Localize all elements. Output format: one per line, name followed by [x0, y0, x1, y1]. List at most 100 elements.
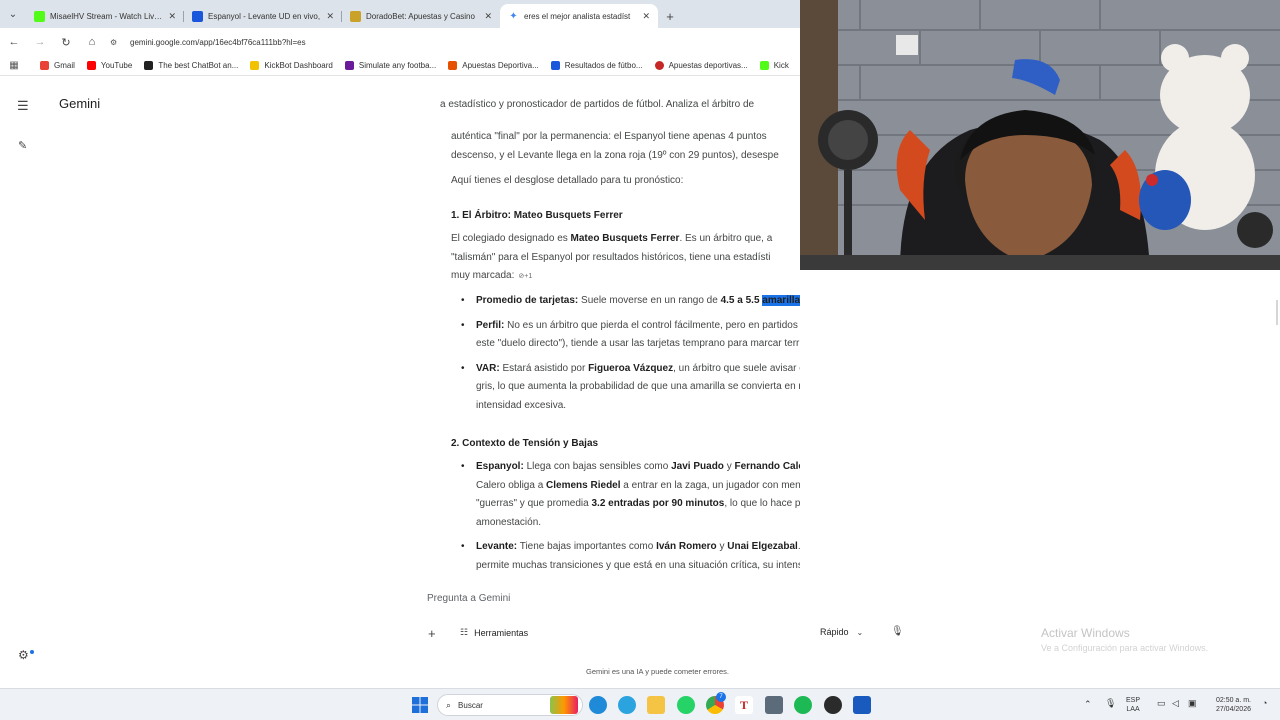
- search-highlight-icon[interactable]: [550, 696, 578, 714]
- text-run: Unai Elgezabal: [727, 541, 798, 552]
- youtube-icon: [86, 61, 96, 70]
- microphone-icon[interactable]: 🎙: [891, 626, 904, 637]
- address-bar[interactable]: ⚙ gemini.google.com/app/16ec4bf76ca111bb…: [110, 31, 800, 53]
- text-run: El colegiado designado es: [451, 233, 571, 244]
- search-icon: ⌕: [446, 699, 452, 710]
- bookmark-chatbot[interactable]: The best ChatBot an...: [144, 61, 238, 70]
- calculator-icon[interactable]: [765, 696, 783, 714]
- bookmark-label: KickBot Dashboard: [264, 61, 333, 70]
- file-explorer-icon[interactable]: [647, 696, 665, 714]
- bookmark-label: The best ChatBot an...: [158, 61, 239, 70]
- user-prompt-text: a estadístico y pronosticador de partido…: [440, 99, 755, 110]
- webcam-feed-image: [800, 0, 1280, 270]
- context-bullet-list: Espanyol: Llega con bajas sensibles como…: [461, 458, 800, 572]
- webcam-overlay: [800, 0, 1280, 270]
- tab-espanyol-levante[interactable]: Espanyol - Levante UD en vivo, ✕: [184, 4, 342, 28]
- apps-grid-icon[interactable]: ▦: [0, 60, 28, 71]
- tools-sliders-icon: ☷: [460, 627, 469, 637]
- settings-gear-icon[interactable]: ⚙: [18, 648, 29, 662]
- text-run: muy marcada:: [451, 270, 515, 281]
- bullet-label: Promedio de tarjetas:: [476, 295, 579, 306]
- text-editor-icon[interactable]: T: [735, 696, 753, 714]
- scrollbar-thumb[interactable]: [1276, 300, 1278, 325]
- bookmark-kickbot[interactable]: KickBot Dashboard: [250, 61, 333, 70]
- text-run: Llega con bajas sensibles como: [523, 461, 672, 472]
- text-run: No es un árbitro que pierda el control f…: [476, 319, 800, 350]
- chrome-notification-badge: 7: [716, 692, 726, 702]
- battery-icon[interactable]: ▣: [1188, 699, 1197, 708]
- close-tab-icon[interactable]: ✕: [484, 11, 492, 22]
- bookmark-simulate[interactable]: Simulate any footba...: [344, 61, 437, 70]
- tab-gemini-active[interactable]: ✦ eres el mejor analista estadíst ✕: [500, 4, 658, 28]
- close-tab-icon[interactable]: ✕: [642, 11, 650, 22]
- text-run: y: [716, 541, 728, 552]
- tools-button[interactable]: ☷ Herramientas: [460, 627, 528, 638]
- chatbot-icon: [144, 61, 154, 70]
- text-run: 3.2 entradas por 90 minutos: [591, 498, 725, 509]
- citation-chip[interactable]: ⊘+1: [518, 273, 532, 280]
- doradobet-favicon-icon: [350, 10, 361, 22]
- text-run: Suele moverse en un rango de: [578, 295, 721, 306]
- list-item: VAR: Estará asistido por Figueroa Vázque…: [461, 360, 800, 416]
- hamburger-menu-icon[interactable]: ☰: [17, 98, 29, 114]
- activate-windows-watermark: Activar Windows: [1041, 626, 1130, 640]
- mode-label: Rápido: [820, 627, 849, 637]
- volume-icon[interactable]: ◁: [1172, 699, 1179, 708]
- bullet-label: VAR:: [476, 362, 500, 374]
- edge-browser-icon[interactable]: [589, 696, 607, 714]
- model-mode-selector[interactable]: Rápido ⌄: [820, 627, 863, 637]
- text-run: 4.5 a 5.5: [720, 295, 760, 306]
- bookmark-youtube[interactable]: YouTube: [86, 61, 132, 70]
- language-indicator[interactable]: ESP LAA: [1126, 696, 1140, 714]
- telegram-icon[interactable]: [618, 696, 636, 714]
- list-item: Levante: Tiene bajas importantes como Iv…: [461, 538, 800, 572]
- whatsapp-icon[interactable]: [677, 696, 695, 714]
- reload-icon[interactable]: ↻: [54, 30, 78, 54]
- forward-arrow-icon[interactable]: →: [28, 30, 52, 54]
- close-tab-icon[interactable]: ✕: [326, 11, 334, 22]
- bookmark-apuestas-deportiva[interactable]: Apuestas Deportiva...: [448, 61, 539, 70]
- microphone-tray-icon[interactable]: 🎙: [1105, 699, 1116, 708]
- obs-icon[interactable]: [824, 696, 842, 714]
- bookmark-label: Simulate any footba...: [358, 61, 437, 70]
- network-icon[interactable]: ▭: [1157, 699, 1166, 708]
- text-run: Estará asistido por: [499, 362, 589, 374]
- bookmark-label: Apuestas deportivas...: [668, 61, 748, 70]
- notifications-bell-icon[interactable]: ◔: [1262, 699, 1267, 708]
- home-icon[interactable]: ⌂: [80, 30, 104, 54]
- tray-expand-chevron-icon[interactable]: ⌃: [1084, 700, 1092, 709]
- intro-line-2: descenso, y el Levante llega en la zona …: [451, 149, 779, 161]
- tab-search-chevron-icon[interactable]: ⌄: [0, 0, 26, 28]
- language-code: ESP: [1126, 697, 1141, 704]
- bookmark-resultados[interactable]: Resultados de fútbo...: [550, 61, 643, 70]
- bookmark-kick[interactable]: Kick: [759, 61, 789, 70]
- tab-title: DoradoBet: Apuestas y Casino: [366, 11, 475, 21]
- spotify-icon[interactable]: [794, 696, 812, 714]
- prompt-box[interactable]: Pregunta a Gemini + ☷ Herramientas Rápid…: [420, 582, 910, 656]
- prompt-input[interactable]: Pregunta a Gemini: [427, 593, 510, 604]
- response-paragraph-referee: El colegiado designado es Mateo Busquets…: [451, 230, 800, 287]
- new-tab-plus-icon[interactable]: +: [658, 4, 682, 28]
- bookmark-label: Apuestas Deportiva...: [462, 61, 539, 70]
- add-attachment-plus-icon[interactable]: +: [428, 626, 436, 641]
- list-item: Espanyol: Llega con bajas sensibles como…: [461, 458, 800, 532]
- clock[interactable]: 02:50 a. m. 27/04/2026: [1207, 696, 1251, 714]
- tab-misaelhv-stream[interactable]: MisaelHV Stream - Watch Live o ✕: [26, 4, 184, 28]
- site-info-icon[interactable]: ⚙: [110, 38, 124, 47]
- text-run: Tiene bajas importantes como: [517, 541, 657, 552]
- results-icon: [550, 61, 560, 70]
- windows-taskbar: ⌕ Buscar 7 T ⌃ 🎙 ESP LAA ▭ ◁ ▣ 02:50 a. …: [0, 688, 1280, 720]
- back-arrow-icon[interactable]: ←: [2, 30, 26, 54]
- windows-start-icon[interactable]: [411, 696, 429, 714]
- selected-text: amarillas por par: [762, 295, 800, 306]
- tab-doradobet[interactable]: DoradoBet: Apuestas y Casino ✕: [342, 4, 500, 28]
- bookmark-apuestas-deportivas[interactable]: Apuestas deportivas...: [654, 61, 748, 70]
- tools-label: Herramientas: [474, 627, 529, 638]
- new-chat-edit-icon[interactable]: ✎: [18, 139, 27, 152]
- gemini-side-rail: ☰ Gemini ✎ ⚙: [0, 76, 440, 688]
- word-icon[interactable]: [853, 696, 871, 714]
- bookmark-label: Resultados de fútbo...: [564, 61, 643, 70]
- bookmark-gmail[interactable]: Gmail: [40, 61, 75, 70]
- section-heading-context: 2. Contexto de Tensión y Bajas: [451, 438, 599, 449]
- close-tab-icon[interactable]: ✕: [168, 11, 176, 22]
